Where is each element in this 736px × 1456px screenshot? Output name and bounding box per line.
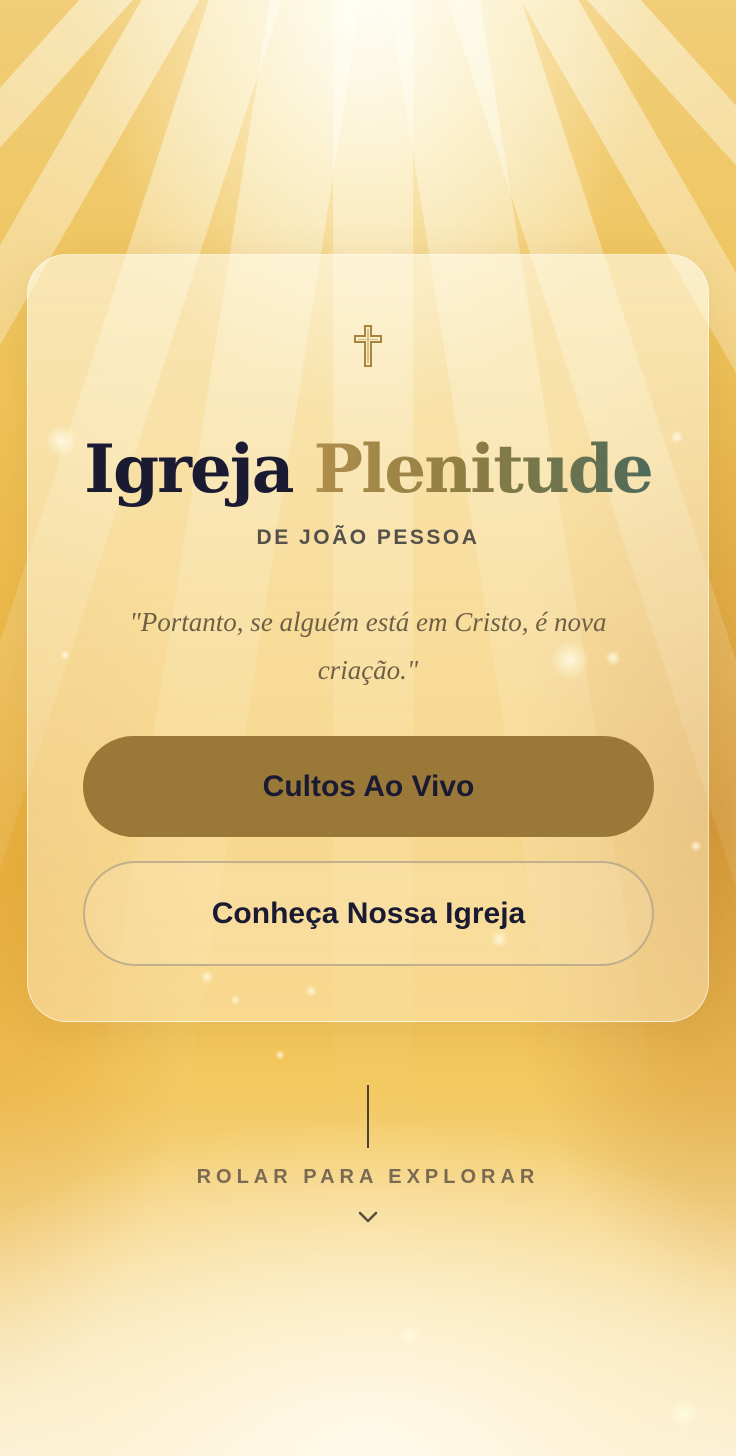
scroll-indicator-line [367,1085,369,1148]
live-services-button[interactable]: Cultos Ao Vivo [83,736,654,837]
bible-verse: "Portanto, se alguém está em Cristo, é n… [129,607,607,685]
about-church-button[interactable]: Conheça Nossa Igreja [83,861,654,966]
chevron-down-icon[interactable] [356,1208,380,1226]
latin-cross-icon [354,325,382,367]
scroll-hint-label: ROLAR PARA EXPLORAR [196,1166,540,1188]
title-word-igreja: Igreja [84,430,294,508]
title-word-plenitude: Plenitude [313,430,654,508]
church-location: DE JOÃO PESSOA [256,526,480,549]
church-title: Igreja Plenitude [27,424,709,514]
